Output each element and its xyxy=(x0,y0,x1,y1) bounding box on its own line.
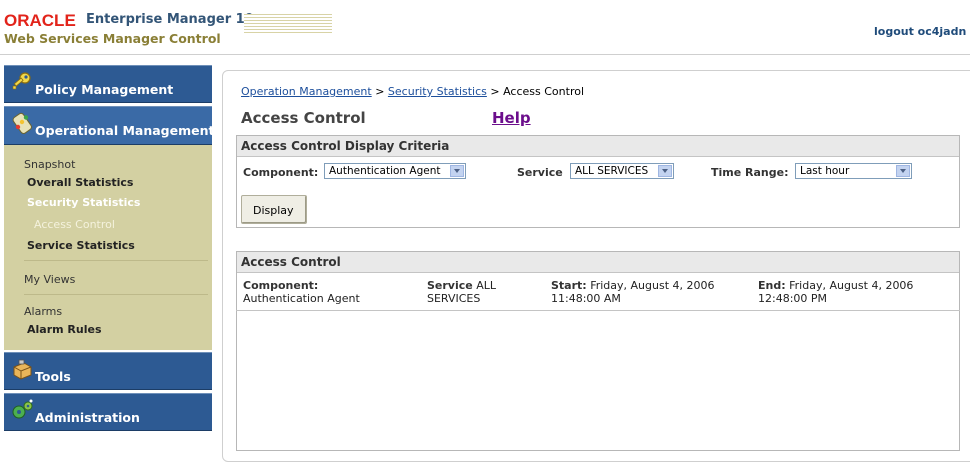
breadcrumb-operation-management[interactable]: Operation Management xyxy=(241,85,372,98)
breadcrumb-security-statistics[interactable]: Security Statistics xyxy=(388,85,487,98)
nav-tab-tools[interactable]: Tools xyxy=(4,352,212,390)
results-service: Service ALL SERVICES xyxy=(427,279,496,305)
oracle-logo: ORACLE xyxy=(4,11,76,30)
key-icon xyxy=(10,70,34,94)
gears-icon xyxy=(10,398,34,422)
results-summary-divider xyxy=(236,310,960,311)
results-service-value: ALL xyxy=(476,279,497,292)
results-panel-header: Access Control xyxy=(237,252,959,273)
results-service-label: Service xyxy=(427,279,473,292)
breadcrumb-separator: > xyxy=(490,85,500,98)
breadcrumb: Operation Management > Security Statisti… xyxy=(241,85,584,98)
service-select[interactable]: ALL SERVICES xyxy=(570,163,674,179)
service-select-value: ALL SERVICES xyxy=(575,165,649,177)
breadcrumb-separator: > xyxy=(375,85,385,98)
nav-tab-operational-management[interactable]: Operational Management xyxy=(4,106,215,145)
criteria-panel: Access Control Display Criteria xyxy=(236,135,960,228)
alarms-section-label: Alarms xyxy=(24,305,63,318)
results-component: Component: Authentication Agent xyxy=(243,279,360,305)
chevron-down-icon xyxy=(450,165,464,177)
display-button[interactable]: Display xyxy=(241,195,307,224)
traffic-light-icon xyxy=(10,111,34,135)
logo-stripes-decoration xyxy=(244,14,332,34)
snapshot-section-label: Snapshot xyxy=(24,158,76,171)
criteria-panel-title: Access Control Display Criteria xyxy=(241,139,450,153)
logout-link[interactable]: logout oc4jadn xyxy=(874,25,966,38)
nav-tab-policy-management[interactable]: Policy Management xyxy=(4,65,212,103)
results-start-label: Start: xyxy=(551,279,587,292)
panel-divider xyxy=(24,294,208,295)
header-divider xyxy=(0,54,970,55)
overall-statistics-link[interactable]: Overall Statistics xyxy=(27,176,133,189)
operational-management-panel: Snapshot Overall Statistics Security Sta… xyxy=(4,145,212,350)
security-statistics-link[interactable]: Security Statistics xyxy=(27,196,140,209)
time-range-select[interactable]: Last hour xyxy=(795,163,912,179)
results-start-date: Friday, August 4, 2006 xyxy=(590,279,715,292)
help-link[interactable]: Help xyxy=(492,109,531,127)
nav-tab-label: Tools xyxy=(35,369,71,384)
my-views-link[interactable]: My Views xyxy=(24,273,75,286)
time-range-label: Time Range: xyxy=(711,166,789,179)
nav-tab-label: Administration xyxy=(35,410,140,425)
results-service-value-cont: SERVICES xyxy=(427,292,481,305)
results-end: End: Friday, August 4, 2006 12:48:00 PM xyxy=(758,279,913,305)
component-select[interactable]: Authentication Agent xyxy=(324,163,466,179)
time-range-select-value: Last hour xyxy=(800,165,850,177)
results-start: Start: Friday, August 4, 2006 11:48:00 A… xyxy=(551,279,715,305)
criteria-panel-header: Access Control Display Criteria xyxy=(237,136,959,157)
display-button-label: Display xyxy=(253,204,294,217)
results-end-date: Friday, August 4, 2006 xyxy=(789,279,914,292)
nav-tab-label: Policy Management xyxy=(35,82,174,97)
product-name: Enterprise Manager 10g xyxy=(86,12,264,27)
service-statistics-link[interactable]: Service Statistics xyxy=(27,239,135,252)
panel-divider xyxy=(24,260,208,261)
component-select-value: Authentication Agent xyxy=(329,165,441,177)
results-end-label: End: xyxy=(758,279,786,292)
app-header: ORACLE Enterprise Manager 10g Web Servic… xyxy=(0,0,970,56)
toolbox-icon xyxy=(10,357,34,381)
chevron-down-icon xyxy=(896,165,910,177)
results-start-time: 11:48:00 AM xyxy=(551,292,621,305)
page-title: Access Control xyxy=(241,109,366,127)
component-label: Component: xyxy=(243,166,319,179)
nav-tab-label: Operational Management xyxy=(35,123,215,138)
breadcrumb-current: Access Control xyxy=(503,85,585,98)
nav-tab-administration[interactable]: Administration xyxy=(4,393,212,431)
service-label: Service xyxy=(517,166,563,179)
alarm-rules-link[interactable]: Alarm Rules xyxy=(27,323,102,336)
results-component-label: Component: xyxy=(243,279,319,292)
results-end-time: 12:48:00 PM xyxy=(758,292,828,305)
results-panel-title: Access Control xyxy=(241,255,341,269)
product-subtitle: Web Services Manager Control xyxy=(4,31,221,46)
results-component-value: Authentication Agent xyxy=(243,292,360,305)
access-control-link[interactable]: Access Control xyxy=(34,218,115,231)
chevron-down-icon xyxy=(658,165,672,177)
